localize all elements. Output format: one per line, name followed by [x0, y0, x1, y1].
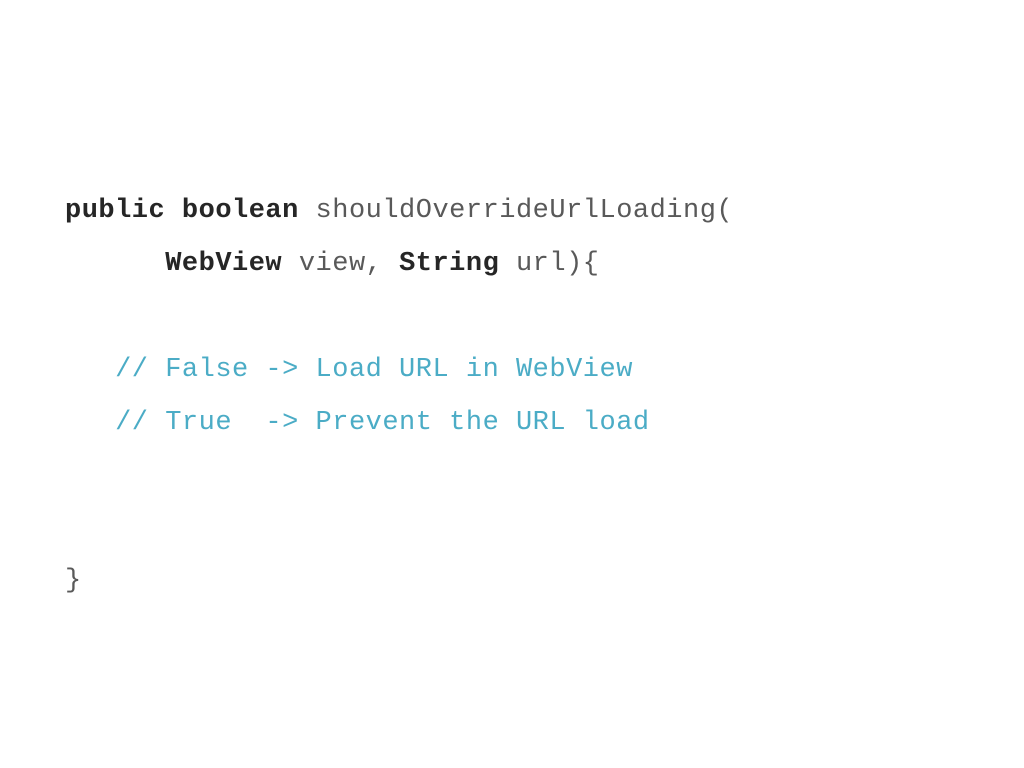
indent — [65, 249, 165, 279]
comment-true: // True -> Prevent the URL load — [115, 408, 649, 438]
code-line-5: // True -> Prevent the URL load — [65, 397, 984, 450]
keyword-boolean: boolean — [182, 196, 299, 226]
code-line-1: public boolean shouldOverrideUrlLoading( — [65, 185, 984, 238]
comment-false: // False -> Load URL in WebView — [115, 355, 633, 385]
code-block: public boolean shouldOverrideUrlLoading(… — [0, 0, 1024, 608]
param-view: view, — [282, 249, 399, 279]
keyword-public: public — [65, 196, 165, 226]
code-line-2: WebView view, String url){ — [65, 238, 984, 291]
code-line-8: } — [65, 555, 984, 608]
code-line-3 — [65, 291, 984, 344]
code-line-4: // False -> Load URL in WebView — [65, 344, 984, 397]
indent — [65, 355, 115, 385]
param-url: url){ — [499, 249, 599, 279]
code-line-6 — [65, 450, 984, 503]
method-name: shouldOverrideUrlLoading( — [299, 196, 733, 226]
indent — [65, 408, 115, 438]
type-webview: WebView — [165, 249, 282, 279]
closing-brace: } — [65, 566, 82, 596]
code-line-7 — [65, 502, 984, 555]
type-string: String — [399, 249, 499, 279]
